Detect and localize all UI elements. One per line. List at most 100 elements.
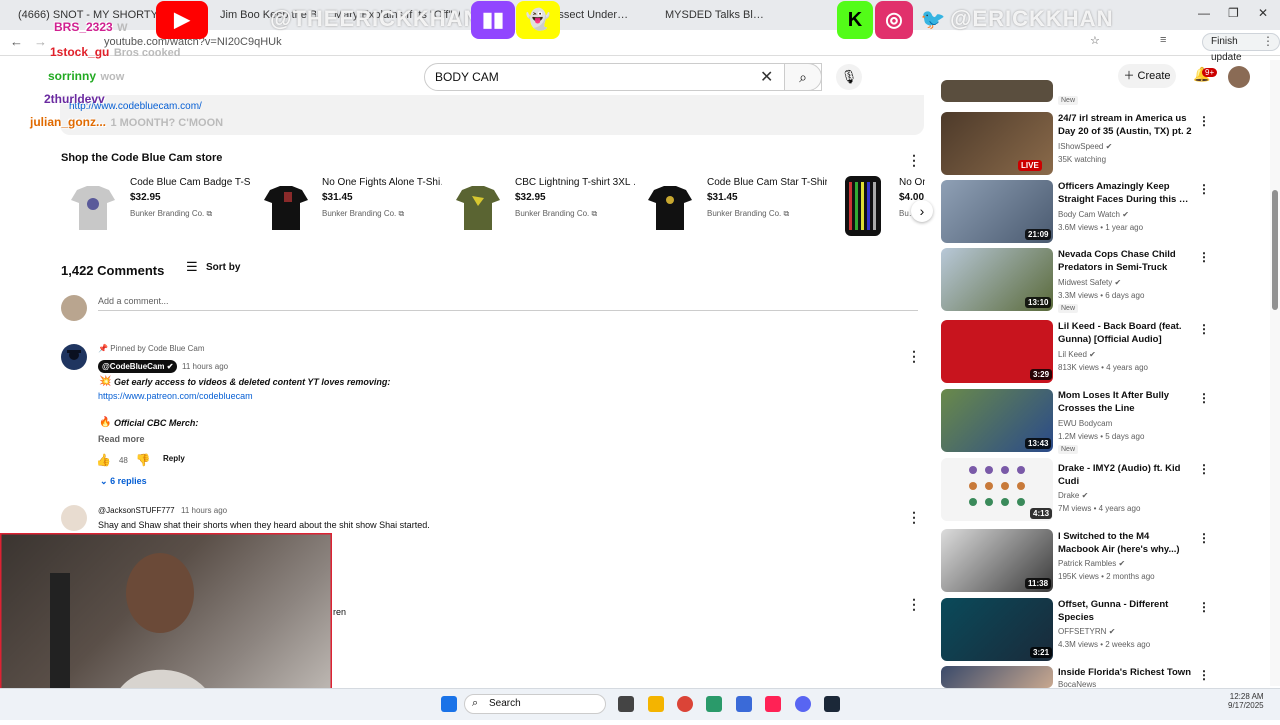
app-icon[interactable] [736, 696, 752, 712]
read-more-button[interactable]: Read more [98, 434, 145, 444]
product-image[interactable] [448, 176, 508, 236]
back-arrow-icon[interactable]: ← [10, 34, 23, 49]
chrome-icon[interactable] [677, 696, 693, 712]
new-badge: New [1058, 304, 1079, 313]
clear-search-icon[interactable]: ✕ [760, 67, 773, 87]
windows-start-icon[interactable] [441, 696, 457, 712]
more-vert-icon[interactable]: ⋮ [1262, 34, 1274, 48]
video-more-icon[interactable]: ⋮ [1198, 182, 1210, 196]
video-title[interactable]: Officers Amazingly Keep Straight Faces D… [1058, 180, 1193, 206]
star-icon[interactable]: ☆ [1090, 34, 1100, 47]
vendor-label: Bunker Branding Co. [322, 209, 397, 218]
video-more-icon[interactable]: ⋮ [1198, 531, 1210, 545]
channel-name[interactable]: Lil Keed ✔ [1058, 350, 1096, 359]
product-vendor[interactable]: Bunker Branding Co. ⧉ [322, 209, 404, 219]
channel-name[interactable]: Drake ✔ [1058, 491, 1088, 500]
product-title[interactable]: Code Blue Cam Badge T-S… [130, 177, 250, 188]
forward-arrow-icon[interactable]: → [34, 34, 47, 49]
video-thumbnail[interactable] [941, 666, 1053, 688]
reply-button[interactable]: Reply [163, 454, 185, 463]
steam-icon[interactable] [824, 696, 840, 712]
product-title[interactable]: CBC Lightning T-shirt 3XL … [515, 177, 635, 188]
avatar[interactable] [61, 344, 87, 370]
chat-user: 2thurldevv [44, 92, 105, 106]
video-title[interactable]: Drake - IMY2 (Audio) ft. Kid Cudi [1058, 462, 1193, 488]
channel-name[interactable]: IShowSpeed ✔ [1058, 142, 1112, 151]
video-more-icon[interactable]: ⋮ [1198, 391, 1210, 405]
video-title[interactable]: Nevada Cops Chase Child Predators in Sem… [1058, 248, 1193, 274]
avatar[interactable] [1228, 66, 1250, 88]
video-title[interactable]: I Switched to the M4 Macbook Air (here's… [1058, 530, 1193, 556]
product-image[interactable] [640, 176, 700, 236]
channel-name[interactable]: Midwest Safety ✔ [1058, 278, 1121, 287]
menu-lines-icon[interactable]: ≡ [1160, 34, 1166, 46]
channel-name[interactable]: EWU Bodycam [1058, 419, 1112, 428]
channel-label: Midwest Safety [1058, 278, 1113, 287]
shop-next-chevron-icon[interactable]: › [911, 200, 933, 222]
thumbs-down-icon[interactable]: 👎 [136, 453, 151, 467]
scrollbar[interactable] [1270, 60, 1280, 686]
taskbar-search[interactable]: Search [464, 694, 606, 714]
chevron-down-icon: ⌄ [100, 476, 108, 486]
browser-tab[interactable]: Dissect Under… [548, 6, 628, 24]
video-title[interactable]: Inside Florida's Richest Town [1058, 666, 1193, 679]
task-view-icon[interactable] [618, 696, 634, 712]
video-title[interactable]: Lil Keed - Back Board (feat. Gunna) [Off… [1058, 320, 1193, 346]
video-more-icon[interactable]: ⋮ [1198, 250, 1210, 264]
product-image[interactable] [256, 176, 316, 236]
product-vendor[interactable]: Bunker Branding Co. ⧉ [707, 209, 789, 219]
video-title[interactable]: Mom Loses It After Bully Crosses the Lin… [1058, 389, 1193, 415]
comment-text-line: Official CBC Merch: [114, 418, 199, 428]
product-price: $31.45 [707, 192, 738, 203]
comment-time[interactable]: 11 hours ago [181, 506, 227, 515]
video-thumbnail[interactable] [941, 80, 1053, 102]
view-replies-button[interactable]: ⌄ 6 replies [100, 476, 147, 487]
search-button[interactable]: ⌕ [784, 63, 822, 91]
pinned-text: Pinned by Code Blue Cam [110, 344, 205, 353]
product-vendor[interactable]: Bunker Branding Co. ⧉ [515, 209, 597, 219]
product-image[interactable] [63, 176, 123, 236]
comment-link[interactable]: https://www.patreon.com/codebluecam [98, 391, 253, 401]
comment-author[interactable]: @JacksonSTUFF777 [98, 506, 175, 515]
close-window-icon[interactable]: ✕ [1258, 6, 1268, 20]
product-title[interactable]: Code Blue Cam Star T-Shir… [707, 177, 827, 188]
channel-name[interactable]: OFFSETYRN ✔ [1058, 627, 1115, 636]
sort-by-button[interactable]: Sort by [206, 262, 240, 273]
verified-icon: ✔ [1122, 210, 1129, 219]
scrollbar-thumb[interactable] [1272, 190, 1278, 310]
product-title[interactable]: No One Fights Alone T-Shi… [322, 177, 442, 188]
thumbs-up-icon[interactable]: 👍 [96, 453, 111, 467]
new-badge: New [1058, 96, 1079, 105]
video-more-icon[interactable]: ⋮ [1198, 114, 1210, 128]
video-title[interactable]: Offset, Gunna - Different Species [1058, 598, 1193, 624]
comment-time[interactable]: 11 hours ago [182, 362, 228, 371]
channel-name[interactable]: Body Cam Watch ✔ [1058, 210, 1129, 219]
minimize-icon[interactable]: — [1198, 6, 1210, 20]
comment-author-chip[interactable]: @CodeBlueCam ✔ [98, 360, 178, 373]
product-title[interactable]: No On… [899, 177, 925, 188]
product-vendor[interactable]: Bunker Branding Co. ⧉ [130, 209, 212, 219]
comment-more-icon[interactable]: ⋮ [907, 348, 921, 365]
comment-more-icon[interactable]: ⋮ [907, 596, 921, 613]
avatar[interactable] [61, 505, 87, 531]
video-title[interactable]: 24/7 irl stream in America us Day 20 of … [1058, 112, 1193, 138]
product-image[interactable] [845, 176, 881, 236]
comment-more-icon[interactable]: ⋮ [907, 509, 921, 526]
discord-icon[interactable] [795, 696, 811, 712]
maximize-icon[interactable]: ❐ [1228, 6, 1239, 20]
app-icon[interactable] [706, 696, 722, 712]
video-more-icon[interactable]: ⋮ [1198, 600, 1210, 614]
taskbar-clock[interactable]: 12:28 AM 9/17/2025 [1228, 692, 1264, 710]
video-more-icon[interactable]: ⋮ [1198, 668, 1210, 682]
microphone-icon[interactable]: 🎙 [836, 64, 862, 90]
shop-more-icon[interactable]: ⋮ [907, 152, 921, 169]
add-comment-input[interactable]: Add a comment... [98, 296, 918, 311]
music-icon[interactable] [765, 696, 781, 712]
create-button[interactable]: ＋ Create [1118, 64, 1176, 88]
video-more-icon[interactable]: ⋮ [1198, 462, 1210, 476]
sort-icon[interactable]: ☰ [186, 259, 198, 275]
file-explorer-icon[interactable] [648, 696, 664, 712]
video-more-icon[interactable]: ⋮ [1198, 322, 1210, 336]
browser-tab[interactable]: MYSDED Talks Bl… [665, 6, 775, 24]
channel-name[interactable]: Patrick Rambles ✔ [1058, 559, 1125, 568]
